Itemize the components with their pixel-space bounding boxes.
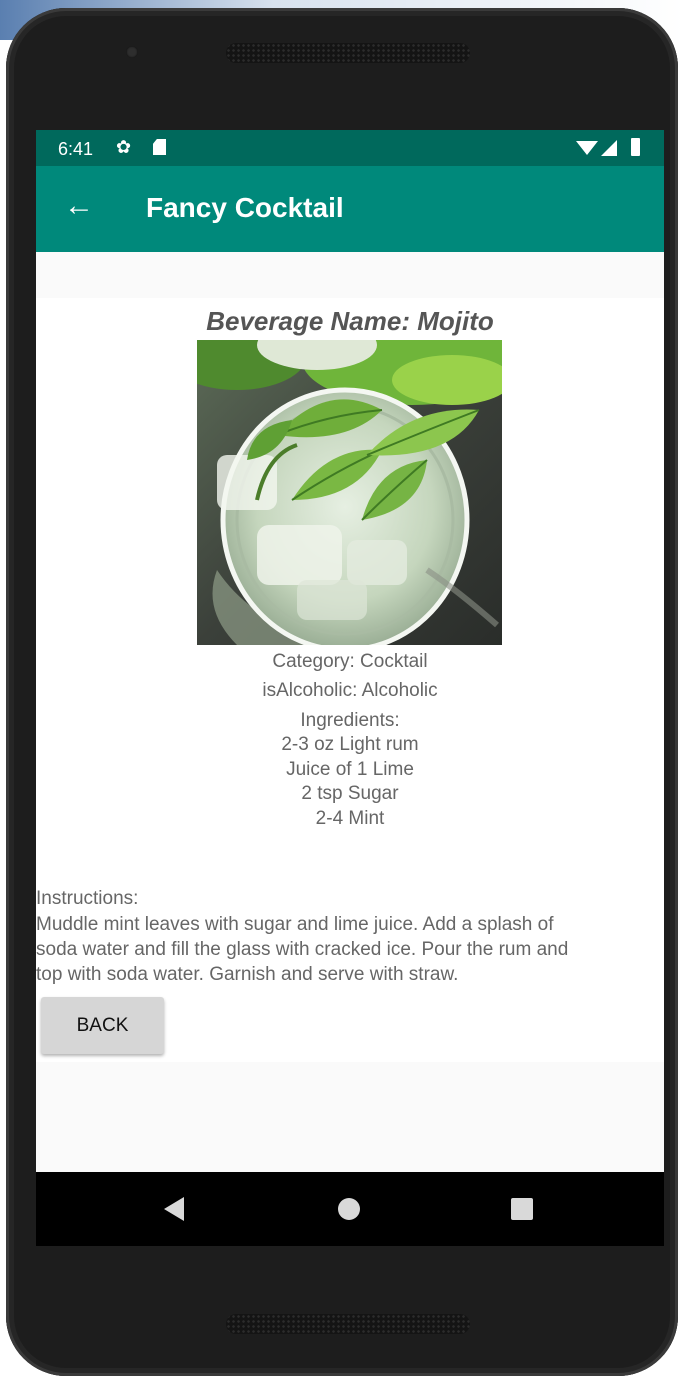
phone-frame: 6:41 ✿ ← Fancy Cocktail Beverage Name: M…	[6, 8, 678, 1376]
instructions-line: Muddle mint leaves with sugar and lime j…	[36, 914, 554, 935]
top-speaker-grille	[226, 43, 470, 63]
sd-card-icon	[153, 139, 166, 155]
mojito-glass-image	[197, 340, 502, 645]
ingredient-item: 2-3 oz Light rum	[281, 734, 419, 755]
instructions-heading: Instructions:	[36, 888, 139, 909]
instructions-line: top with soda water. Garnish and serve w…	[36, 964, 459, 985]
nav-back-icon[interactable]	[164, 1197, 184, 1221]
ingredient-item: 2 tsp Sugar	[301, 783, 399, 804]
category-text: Category: Cocktail	[272, 651, 428, 672]
app-title: Fancy Cocktail	[146, 192, 344, 223]
wifi-icon	[576, 141, 598, 155]
nav-home-icon[interactable]	[338, 1198, 360, 1220]
ingredient-item: Juice of 1 Lime	[286, 759, 414, 780]
drink-photo	[197, 340, 502, 645]
alcoholic-text: isAlcoholic: Alcoholic	[262, 680, 438, 701]
system-navigation-bar	[36, 1172, 664, 1246]
back-arrow-icon[interactable]: ←	[64, 188, 94, 224]
back-button[interactable]: BACK	[41, 997, 164, 1054]
device-screen: 6:41 ✿ ← Fancy Cocktail Beverage Name: M…	[36, 130, 664, 1246]
status-bar: 6:41 ✿	[36, 130, 664, 166]
app-toolbar: ← Fancy Cocktail	[36, 166, 664, 252]
ingredient-item: 2-4 Mint	[315, 808, 385, 829]
status-time: 6:41	[58, 139, 94, 159]
settings-notification-icon: ✿	[116, 137, 132, 157]
beverage-name: Beverage Name: Mojito	[206, 306, 494, 336]
nav-recents-icon[interactable]	[511, 1198, 533, 1220]
cell-signal-icon	[601, 140, 617, 156]
drink-detail: Beverage Name: Mojito Category: Cocktail…	[36, 298, 664, 1062]
battery-icon	[631, 138, 640, 156]
instructions-line: soda water and fill the glass with crack…	[36, 939, 569, 960]
front-camera	[126, 46, 138, 58]
bottom-speaker-grille	[226, 1314, 470, 1334]
ingredients-heading: Ingredients:	[300, 710, 400, 731]
